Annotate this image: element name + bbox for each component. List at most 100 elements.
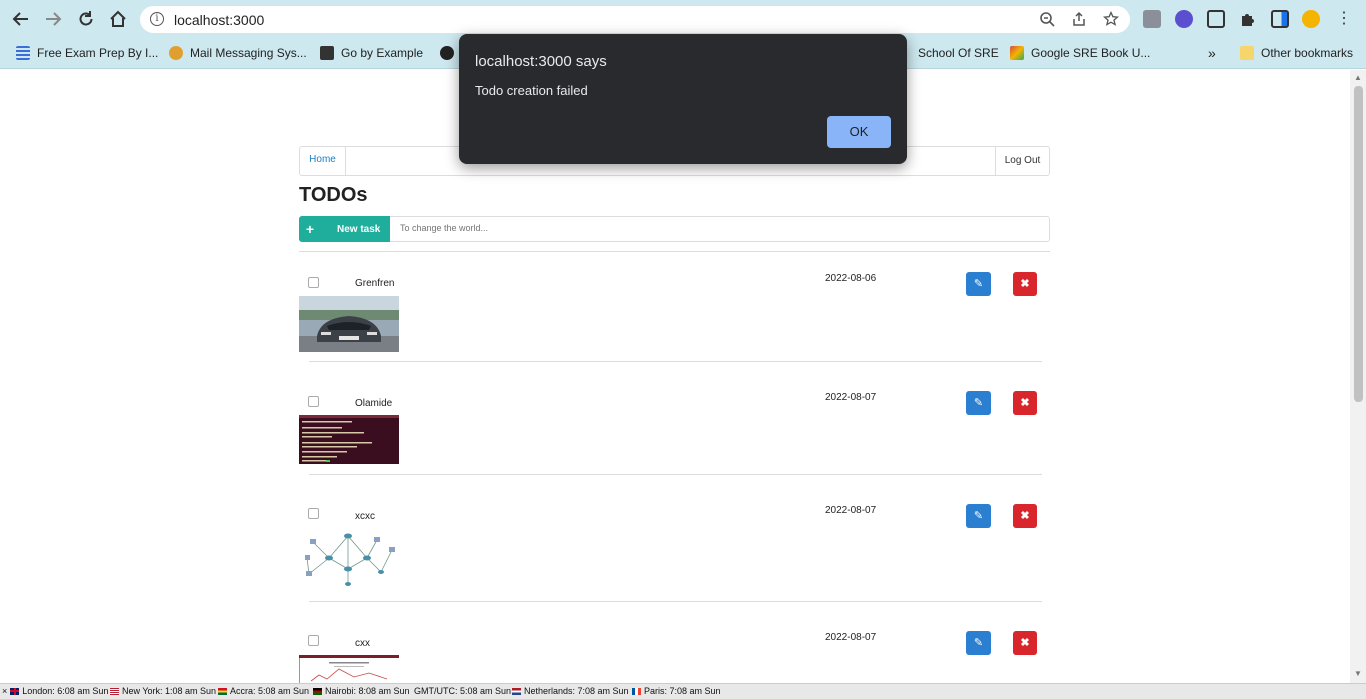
todo-date: 2022-08-07 [825,632,877,643]
clock-item[interactable]: Nairobi: 8:08 am Sun [313,686,410,696]
bookmark-label: School Of SRE [918,46,999,60]
todo-checkbox[interactable] [308,508,319,519]
folder-icon [1240,46,1254,60]
new-task-form: + New task [299,216,1050,242]
profile-avatar-icon[interactable] [1302,10,1320,28]
close-icon: ✖ [1020,278,1030,290]
other-bookmarks-label: Other bookmarks [1261,46,1354,60]
todo-title: cxx [355,638,370,649]
clock-label: London: 6:08 am Sun [22,686,109,696]
zoom-icon[interactable] [1038,11,1056,29]
globe-icon [440,46,454,60]
braces-icon [320,46,334,60]
bookmark-star-icon[interactable] [1102,10,1120,29]
scroll-down-icon[interactable]: ▼ [1354,670,1362,678]
bookmark-label: Go by Example [341,46,424,60]
pencil-icon: ✎ [973,510,984,522]
scroll-thumb[interactable] [1354,86,1363,402]
browser-toolbar: i localhost:3000 ⋮ [0,0,1366,38]
edit-button[interactable]: ✎ [966,272,991,296]
bookmark-item[interactable]: School Of SRE [903,44,999,62]
network-diagram-thumbnail [299,528,399,590]
todo-title: Grenfren [355,278,395,289]
bookmark-item[interactable]: Go by Example [320,44,423,62]
mail-icon [169,46,183,60]
todo-checkbox[interactable] [308,635,319,646]
todo-title: Olamide [355,398,393,409]
new-task-button[interactable]: + New task [299,216,390,242]
page-scrollbar[interactable]: ▲ ▼ [1350,70,1366,683]
clock-label: Nairobi: 8:08 am Sun [325,686,410,696]
gh-flag-icon [218,687,227,695]
todo-checkbox[interactable] [308,277,319,288]
clock-item[interactable]: × London: 6:08 am Sun [2,686,108,696]
logout-link[interactable]: Log Out [995,147,1049,175]
google-icon [1010,46,1024,60]
close-icon: ✖ [1020,397,1030,409]
edit-button[interactable]: ✎ [966,504,991,528]
alert-title: localhost:3000 says [475,53,607,70]
ke-flag-icon [313,687,322,695]
document-screenshot-thumbnail [299,655,399,683]
bookmarks-overflow-icon[interactable]: » [1208,44,1216,62]
divider [309,474,1042,475]
picture-in-picture-icon[interactable] [1207,10,1225,28]
back-icon[interactable] [9,7,33,31]
alert-ok-button[interactable]: OK [827,116,891,148]
share-icon[interactable] [1070,11,1088,29]
todo-date: 2022-08-07 [825,392,877,403]
car-photo-thumbnail [299,296,399,352]
side-panel-icon[interactable] [1271,10,1289,28]
us-flag-icon [110,687,119,695]
new-task-input[interactable] [400,223,1000,233]
site-info-icon[interactable]: i [150,12,164,26]
close-icon: ✖ [1020,510,1030,522]
url-text: localhost:3000 [174,12,265,28]
delete-button[interactable]: ✖ [1013,272,1037,296]
delete-button[interactable]: ✖ [1013,631,1037,655]
todo-date: 2022-08-06 [825,273,877,284]
bookmark-item[interactable]: Mail Messaging Sys... [169,44,307,62]
bookmark-item[interactable]: Free Exam Prep By I... [16,44,158,62]
plus-icon: + [305,221,315,237]
nav-home-link[interactable]: Home [300,147,346,175]
page-title: TODOs [299,184,368,206]
extensions-puzzle-icon[interactable] [1239,10,1257,28]
clock-item[interactable]: Netherlands: 7:08 am Sun [512,686,629,696]
clock-item[interactable]: New York: 1:08 am Sun [110,686,216,696]
browser-menu-icon[interactable]: ⋮ [1336,10,1352,28]
todo-title: xcxc [355,511,375,522]
list-icon [16,46,30,60]
bookmark-item[interactable]: Google SRE Book U... [1010,44,1150,62]
edit-button[interactable]: ✎ [966,631,991,655]
delete-button[interactable]: ✖ [1013,391,1037,415]
home-icon[interactable] [106,7,130,31]
extension-globe-icon[interactable] [1175,10,1193,28]
bookmark-item[interactable] [440,44,461,62]
fr-flag-icon [632,687,641,695]
other-bookmarks[interactable]: Other bookmarks [1240,44,1353,62]
clock-label: GMT/UTC: 5:08 am Sun [414,686,512,696]
clock-item[interactable]: Paris: 7:08 am Sun [632,686,721,696]
clock-label: Paris: 7:08 am Sun [644,686,721,696]
reload-icon[interactable] [74,7,98,31]
edit-button[interactable]: ✎ [966,391,991,415]
divider [309,361,1042,362]
extension-gray-icon[interactable] [1143,10,1161,28]
scroll-up-icon[interactable]: ▲ [1354,74,1362,82]
clock-item[interactable]: Accra: 5:08 am Sun [218,686,309,696]
bookmark-label: Mail Messaging Sys... [190,46,307,60]
clock-label: New York: 1:08 am Sun [122,686,217,696]
terminal-screenshot-thumbnail [299,415,399,464]
delete-button[interactable]: ✖ [1013,504,1037,528]
nl-flag-icon [512,687,521,695]
forward-icon[interactable] [41,7,65,31]
bookmark-label: Google SRE Book U... [1031,46,1151,60]
divider [299,251,1050,252]
clock-label: Accra: 5:08 am Sun [230,686,310,696]
pencil-icon: ✎ [973,397,984,409]
todo-checkbox[interactable] [308,396,319,407]
clock-item[interactable]: GMT/UTC: 5:08 am Sun [414,686,511,696]
address-bar[interactable]: i localhost:3000 [140,6,1130,33]
close-icon: ✖ [1020,637,1030,649]
